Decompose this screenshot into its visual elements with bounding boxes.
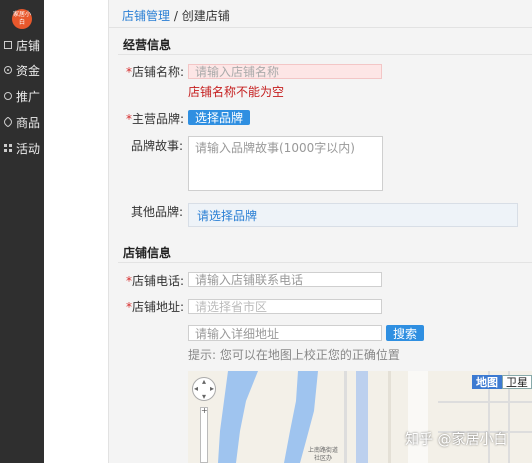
section-title-store: 店铺信息	[123, 246, 172, 260]
map-tab-map[interactable]: 地图	[472, 375, 502, 389]
store-phone-label: *店铺电话:	[126, 272, 184, 289]
brand-story-textarea[interactable]: 请输入品牌故事(1000字以内)	[188, 136, 383, 191]
funds-icon	[4, 66, 12, 74]
section-title-business: 经营信息	[123, 38, 172, 52]
sidebar-item-goods[interactable]: 商品	[0, 110, 44, 134]
sidebar-item-label: 活动	[16, 141, 41, 156]
map-type-tabs: 地图 卫星	[472, 375, 532, 389]
pan-right-icon: ▸	[209, 384, 214, 393]
breadcrumb-divider	[108, 27, 532, 28]
sidebar-item-label: 推广	[16, 89, 41, 104]
breadcrumb: 店铺管理 / 创建店铺	[122, 7, 230, 24]
select-brand-button[interactable]: 选择品牌	[188, 110, 250, 125]
breadcrumb-current: 创建店铺	[181, 9, 230, 23]
goods-icon	[2, 116, 14, 128]
pan-down-icon: ▾	[202, 392, 207, 401]
store-name-input[interactable]: 请输入店铺名称	[188, 64, 382, 79]
activity-icon	[4, 144, 12, 152]
store-phone-input[interactable]: 请输入店铺联系电话	[188, 272, 382, 287]
sidebar-item-label: 店铺	[16, 38, 41, 53]
label-text: 店铺地址:	[132, 300, 185, 314]
sidebar-item-activity[interactable]: 活动	[0, 136, 44, 160]
sidebar-item-funds[interactable]: 资金	[0, 58, 44, 82]
watermark: 知乎 @家居小白	[405, 432, 508, 448]
label-text: 主营品牌:	[132, 112, 185, 126]
map-pan-control[interactable]: ▴ ◂ ▸ ▾	[192, 377, 216, 401]
pan-left-icon: ◂	[194, 384, 199, 393]
breadcrumb-link-store-manage[interactable]: 店铺管理	[122, 9, 170, 23]
label-text: 店铺电话:	[132, 274, 185, 288]
store-icon	[4, 41, 12, 49]
section-divider	[118, 54, 532, 55]
store-name-error: 店铺名称不能为空	[188, 85, 285, 99]
search-address-button[interactable]: 搜索	[386, 325, 424, 341]
pan-up-icon: ▴	[202, 377, 207, 386]
detail-address-input[interactable]: 请输入详细地址	[188, 325, 382, 341]
sidebar-item-label: 商品	[16, 115, 41, 130]
region-select[interactable]: 请选择省市区	[188, 299, 382, 314]
label-text: 店铺名称:	[132, 65, 185, 79]
section-divider	[118, 262, 532, 263]
zoom-in-icon[interactable]: +	[201, 406, 208, 415]
map-place-label: 社区办	[314, 455, 333, 462]
promote-icon	[4, 92, 12, 100]
sidebar-item-label: 资金	[16, 63, 41, 78]
map-zoom-slider[interactable]: +	[200, 406, 208, 463]
brand-logo[interactable]: 家居小白	[12, 9, 32, 29]
sidebar-item-promote[interactable]: 推广	[0, 84, 44, 108]
sidebar: 家居小白 店铺 资金 推广 商品 活动	[0, 0, 44, 463]
sub-sidebar	[44, 0, 108, 463]
main-brand-label: *主营品牌:	[126, 110, 184, 127]
other-brand-label: 其他品牌:	[131, 205, 184, 219]
other-brand-select[interactable]: 请选择品牌	[188, 203, 518, 227]
map-hint: 提示: 您可以在地图上校正您的正确位置	[188, 348, 400, 362]
breadcrumb-separator: /	[170, 9, 182, 23]
sidebar-item-store[interactable]: 店铺	[0, 33, 44, 57]
brand-story-label: 品牌故事:	[131, 139, 184, 153]
address-map[interactable]: 上南路街道 社区办 ▴ ◂ ▸ ▾ + 地图 卫星	[188, 371, 532, 463]
store-name-label: *店铺名称:	[126, 63, 184, 80]
map-tab-satellite[interactable]: 卫星	[502, 375, 532, 389]
store-address-label: *店铺地址:	[126, 298, 184, 315]
